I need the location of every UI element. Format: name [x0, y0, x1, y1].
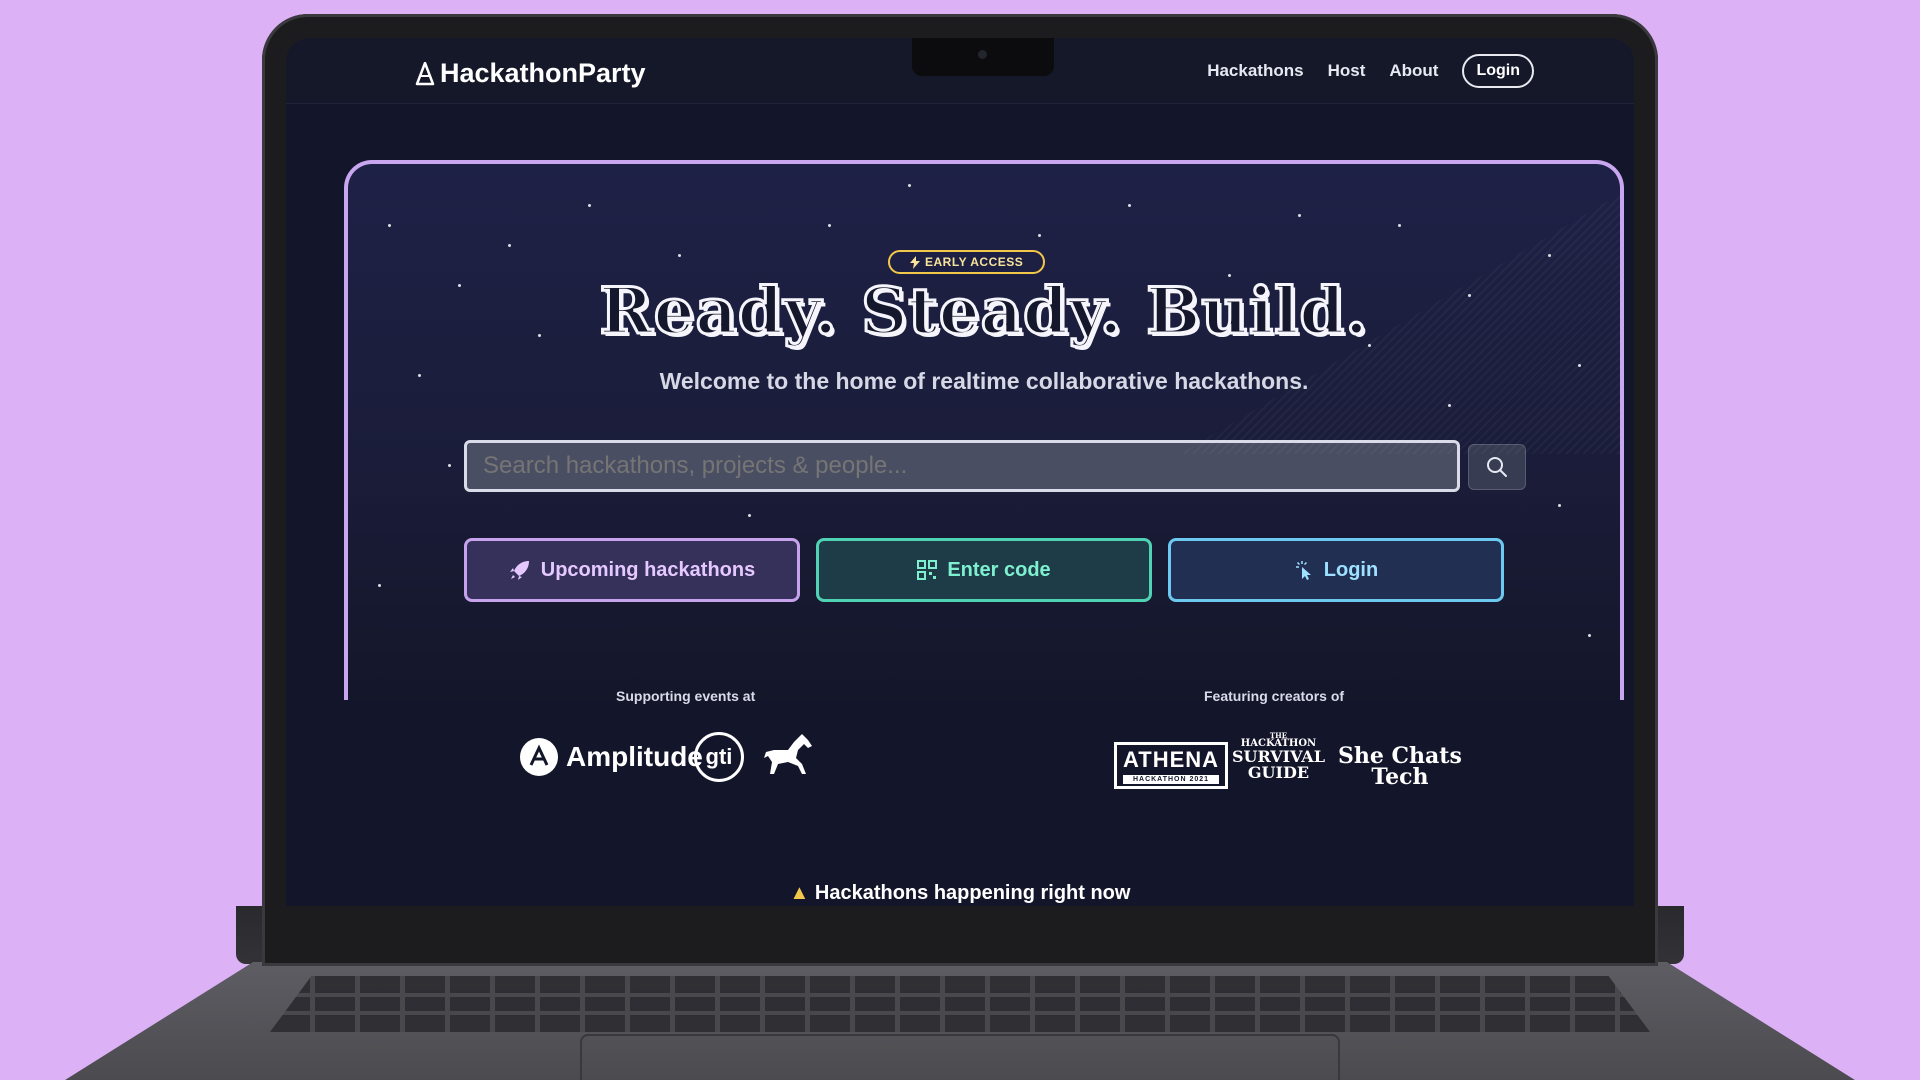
nav-links: Hackathons Host About Login — [1207, 54, 1534, 88]
star — [1128, 204, 1131, 207]
star — [1588, 634, 1591, 637]
amplitude-logo: Amplitude — [520, 738, 703, 776]
badge-label: EARLY ACCESS — [925, 255, 1024, 269]
star — [1398, 224, 1401, 227]
camera-notch — [912, 38, 1054, 76]
hero-card: EARLY ACCESS Ready. Steady. Build. Welco… — [344, 160, 1624, 700]
party-hat-icon — [415, 61, 435, 85]
hero-subhead: Welcome to the home of realtime collabor… — [659, 368, 1309, 394]
browser-screen: HackathonParty Hackathons Host About Log… — [286, 38, 1634, 906]
featuring-label: Featuring creators of — [1204, 688, 1345, 704]
happening-label: Hackathons happening right now — [814, 882, 1131, 904]
star — [508, 244, 511, 247]
login-label: Login — [1323, 558, 1379, 581]
laptop-lid: HackathonParty Hackathons Host About Log… — [262, 14, 1658, 966]
star — [388, 224, 391, 227]
nav-link-hackathons[interactable]: Hackathons — [1207, 61, 1303, 81]
nav-link-host[interactable]: Host — [1328, 61, 1366, 81]
laptop-trackpad — [580, 1034, 1340, 1080]
fire-icon: ▲ — [789, 882, 810, 904]
amplitude-name: Amplitude — [566, 741, 703, 772]
early-access-badge: EARLY ACCESS — [888, 250, 1046, 274]
star — [1548, 254, 1551, 257]
star — [828, 224, 831, 227]
star — [1558, 504, 1561, 507]
laptop-keyboard — [270, 976, 1650, 1032]
star — [748, 514, 751, 517]
survival-guide-logo: THE HACKATHON SURVIVAL GUIDE — [1232, 732, 1325, 781]
athena-subtitle: HACKATHON 2021 — [1123, 775, 1220, 784]
star — [378, 584, 381, 587]
star — [448, 464, 451, 467]
hero-headline: Ready. Steady. Build. — [598, 273, 1369, 351]
enter-code-button[interactable]: Enter code — [816, 538, 1152, 602]
athena-logo: ATHENA HACKATHON 2021 — [1114, 742, 1229, 789]
rocket-icon — [509, 561, 529, 580]
star — [1578, 364, 1581, 367]
gti-logo: gti — [694, 732, 744, 782]
pointer-click-icon — [1295, 561, 1311, 580]
camera-icon — [978, 50, 987, 59]
star — [588, 204, 591, 207]
star — [1368, 344, 1371, 347]
qr-code-icon — [917, 560, 938, 580]
star — [1298, 214, 1301, 217]
login-button[interactable]: Login — [1168, 538, 1504, 602]
search-input[interactable] — [464, 440, 1460, 492]
supporting-label: Supporting events at — [616, 688, 756, 704]
star — [1038, 234, 1041, 237]
nav-link-about[interactable]: About — [1389, 61, 1438, 81]
survival-line-3: GUIDE — [1247, 763, 1310, 782]
star — [1448, 404, 1451, 407]
search-button[interactable] — [1468, 444, 1526, 490]
search-icon — [1487, 457, 1507, 477]
upcoming-label: Upcoming hackathons — [540, 558, 756, 581]
happening-now-heading: ▲ Hackathons happening right now — [286, 882, 1634, 905]
she-chats-tech-logo: She Chats Tech — [1338, 745, 1462, 790]
star — [1468, 294, 1471, 297]
athena-title: ATHENA — [1123, 747, 1220, 772]
lightning-icon — [910, 255, 920, 269]
brand-name: HackathonParty — [440, 58, 646, 88]
amplitude-icon — [520, 738, 558, 776]
brand-logo[interactable]: HackathonParty — [414, 58, 646, 89]
horse-icon — [764, 734, 812, 774]
star — [908, 184, 911, 187]
shechats-line-2: Tech — [1371, 763, 1429, 790]
star — [678, 254, 681, 257]
nav-login-button[interactable]: Login — [1462, 54, 1534, 88]
enter-code-label: Enter code — [947, 558, 1051, 581]
upcoming-hackathons-button[interactable]: Upcoming hackathons — [464, 538, 800, 602]
